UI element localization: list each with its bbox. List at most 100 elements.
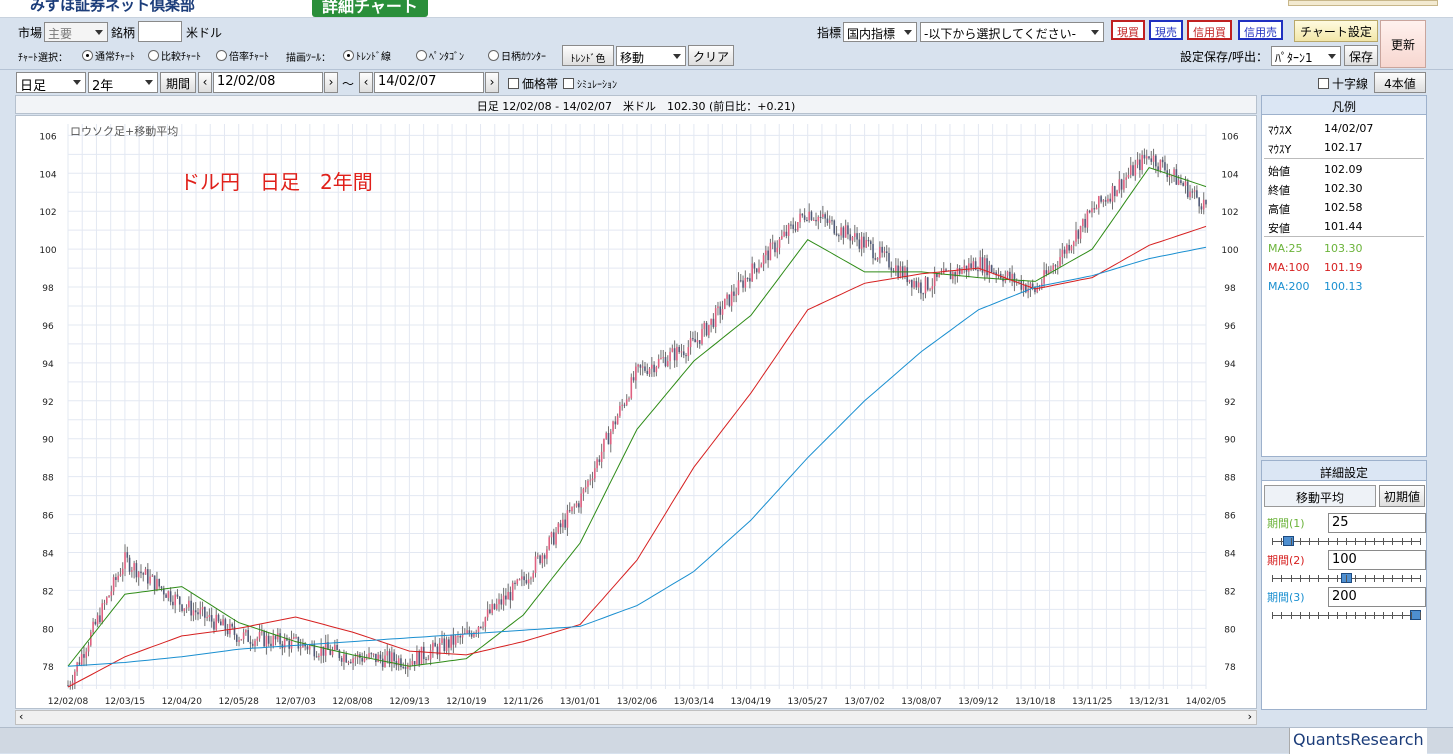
high-label: 高値 <box>1268 203 1290 216</box>
candle-body <box>619 406 621 416</box>
candle-body <box>402 666 405 668</box>
radio-day-counter[interactable]: 日柄ｶｳﾝﾀｰ <box>488 48 546 63</box>
chart-area[interactable]: 78 78 80 80 82 82 84 84 86 86 88 88 90 90 92 92 94 94 96 96… <box>15 115 1257 709</box>
crosshair-checkbox[interactable]: 十字線 <box>1318 75 1368 92</box>
candle-body <box>315 656 318 658</box>
candle-body <box>509 591 512 601</box>
price-chart[interactable]: 78 78 80 80 82 82 84 84 86 86 88 88 90 90 92 92 94 94 96 96… <box>16 116 1256 708</box>
symbol-input[interactable] <box>138 21 182 42</box>
candle-body <box>769 242 772 261</box>
horizontal-scrollbar[interactable]: ‹ › <box>15 710 1257 725</box>
candle-body <box>922 293 925 295</box>
candle-body <box>717 306 719 309</box>
candle-body <box>685 355 687 357</box>
candle-body <box>525 580 528 584</box>
ma200-value: 100.13 <box>1324 280 1363 293</box>
candle-body <box>386 651 389 656</box>
low-value: 101.44 <box>1324 220 1363 233</box>
init-values-button[interactable]: 初期値 <box>1379 485 1425 507</box>
candle-body <box>844 225 847 238</box>
scroll-right-icon[interactable]: › <box>1248 710 1252 723</box>
scroll-left-icon[interactable]: ‹ <box>19 710 23 723</box>
radio-trend-icon <box>343 50 354 61</box>
chart-settings-button[interactable]: チャート設定 <box>1294 20 1378 42</box>
candle-body <box>550 532 553 538</box>
candle-body <box>831 220 833 222</box>
candle-body <box>710 318 712 325</box>
candle-body <box>156 578 158 591</box>
move-select[interactable]: 移動 <box>616 46 686 66</box>
refresh-button[interactable]: 更新 <box>1380 20 1426 68</box>
simulation-checkbox[interactable]: ｼﾐｭﾚｰｼｮﾝ <box>563 76 617 91</box>
to-date-input[interactable]: 14/02/07 <box>374 72 484 93</box>
to-next-button[interactable]: › <box>485 72 499 93</box>
buy-button[interactable]: 現買 <box>1111 20 1145 40</box>
four-values-button[interactable]: 4本値 <box>1374 72 1426 93</box>
candle-body <box>806 219 808 221</box>
radio-trend-line[interactable]: ﾄﾚﾝﾄﾞ線 <box>343 48 391 63</box>
candle-body <box>726 294 728 299</box>
period-type-select[interactable]: 日足 <box>16 72 86 93</box>
margin-buy-button[interactable]: 信用買 <box>1187 20 1232 40</box>
from-prev-button[interactable]: ‹ <box>198 72 212 93</box>
candle-body <box>671 348 674 352</box>
candle-body <box>425 659 427 661</box>
period3-input[interactable]: 200 <box>1328 587 1426 607</box>
candle-body <box>479 626 482 628</box>
margin-sell-button[interactable]: 信用売 <box>1238 20 1283 40</box>
save-button[interactable]: 保存 <box>1344 45 1378 66</box>
radio-pentagon[interactable]: ﾍﾟﾝﾀｺﾞﾝ <box>416 48 464 63</box>
candle-body <box>258 632 261 639</box>
trend-color-button[interactable]: ﾄﾚﾝﾄﾞ色 <box>562 45 614 66</box>
period3-slider[interactable] <box>1272 610 1421 620</box>
period-button[interactable]: 期間 <box>160 72 196 93</box>
slider-tick <box>1290 538 1292 545</box>
candle-body <box>131 570 133 572</box>
price-band-checkbox[interactable]: 価格帯 <box>508 75 558 92</box>
tilde-separator: ～ <box>342 77 355 91</box>
indicator-select[interactable]: -以下から選択してください- <box>920 22 1104 42</box>
mouse-y-value: 102.17 <box>1324 141 1363 154</box>
slider-tick <box>1290 575 1292 582</box>
x-tick-label: 13/03/14 <box>674 697 715 707</box>
radio-compare-chart[interactable]: 比較ﾁｬｰﾄ <box>148 48 201 63</box>
period1-slider-thumb[interactable] <box>1283 536 1295 546</box>
sell-button[interactable]: 現売 <box>1149 20 1183 40</box>
period2-slider[interactable] <box>1272 573 1421 583</box>
candle-body <box>1150 158 1153 162</box>
clear-button[interactable]: クリア <box>688 45 734 66</box>
candle-body <box>249 641 252 644</box>
candle-body <box>835 233 838 236</box>
radio-ratio-chart[interactable]: 倍率ﾁｬｰﾄ <box>216 48 269 63</box>
symbol-label: 銘柄 <box>111 26 136 40</box>
to-prev-button[interactable]: ‹ <box>359 72 373 93</box>
candle-body <box>988 265 991 276</box>
candle-body <box>448 639 450 648</box>
candle-body <box>653 364 655 373</box>
candle-body <box>169 591 172 602</box>
candle-body <box>92 621 94 633</box>
candle-body <box>926 277 929 290</box>
candle-body <box>746 277 749 279</box>
pattern-select[interactable]: ﾊﾟﾀｰﾝ1 <box>1271 46 1341 66</box>
period2-input[interactable]: 100 <box>1328 550 1426 570</box>
span-select[interactable]: 2年 <box>88 72 158 93</box>
ma-tab[interactable]: 移動平均 <box>1264 485 1376 507</box>
indicator-category-select[interactable]: 国内指標 <box>843 22 917 42</box>
radio-normal-chart[interactable]: 通常ﾁｬｰﾄ <box>82 48 135 63</box>
candle-body <box>1184 181 1187 186</box>
from-next-button[interactable]: › <box>324 72 338 93</box>
from-date-input[interactable]: 12/02/08 <box>213 72 323 93</box>
candle-body <box>1006 271 1009 276</box>
candle-body <box>968 263 970 272</box>
market-select[interactable]: 主要 <box>44 22 108 42</box>
candle-body <box>377 654 379 663</box>
candle-body <box>137 571 140 578</box>
candle-body <box>546 549 548 559</box>
candle-body <box>792 224 795 229</box>
period1-input[interactable]: 25 <box>1328 513 1426 533</box>
candle-body <box>536 555 539 557</box>
period1-slider[interactable] <box>1272 536 1421 546</box>
candle-body <box>584 486 587 489</box>
candle-body <box>913 281 915 288</box>
